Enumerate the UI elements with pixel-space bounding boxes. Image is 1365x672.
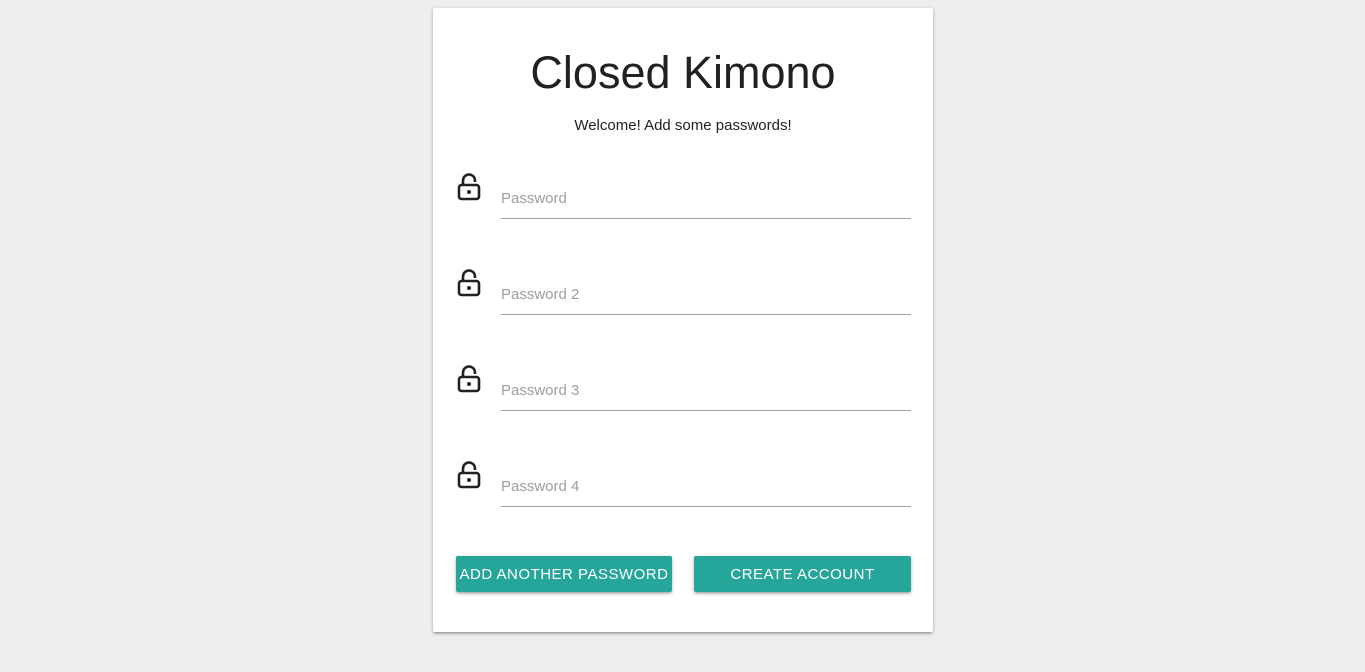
- password-field-2: [456, 268, 911, 318]
- lock-icon: [457, 461, 481, 489]
- page-title: Closed Kimono: [530, 47, 836, 98]
- lock-icon: [457, 365, 481, 393]
- password-2-input[interactable]: [501, 274, 911, 315]
- lock-icon: [457, 269, 481, 297]
- lock-icon: [457, 173, 481, 201]
- password-field-3: [456, 364, 911, 414]
- password-field-1: [456, 172, 911, 222]
- create-account-button[interactable]: Create account: [694, 556, 911, 592]
- password-input[interactable]: [501, 178, 911, 219]
- welcome-message: Welcome! Add some passwords!: [574, 117, 792, 134]
- signup-card: Closed Kimono Welcome! Add some password…: [433, 8, 933, 632]
- password-4-input[interactable]: [501, 466, 911, 507]
- password-3-input[interactable]: [501, 370, 911, 411]
- add-another-password-button[interactable]: Add another password: [456, 556, 672, 592]
- password-field-4: [456, 460, 911, 510]
